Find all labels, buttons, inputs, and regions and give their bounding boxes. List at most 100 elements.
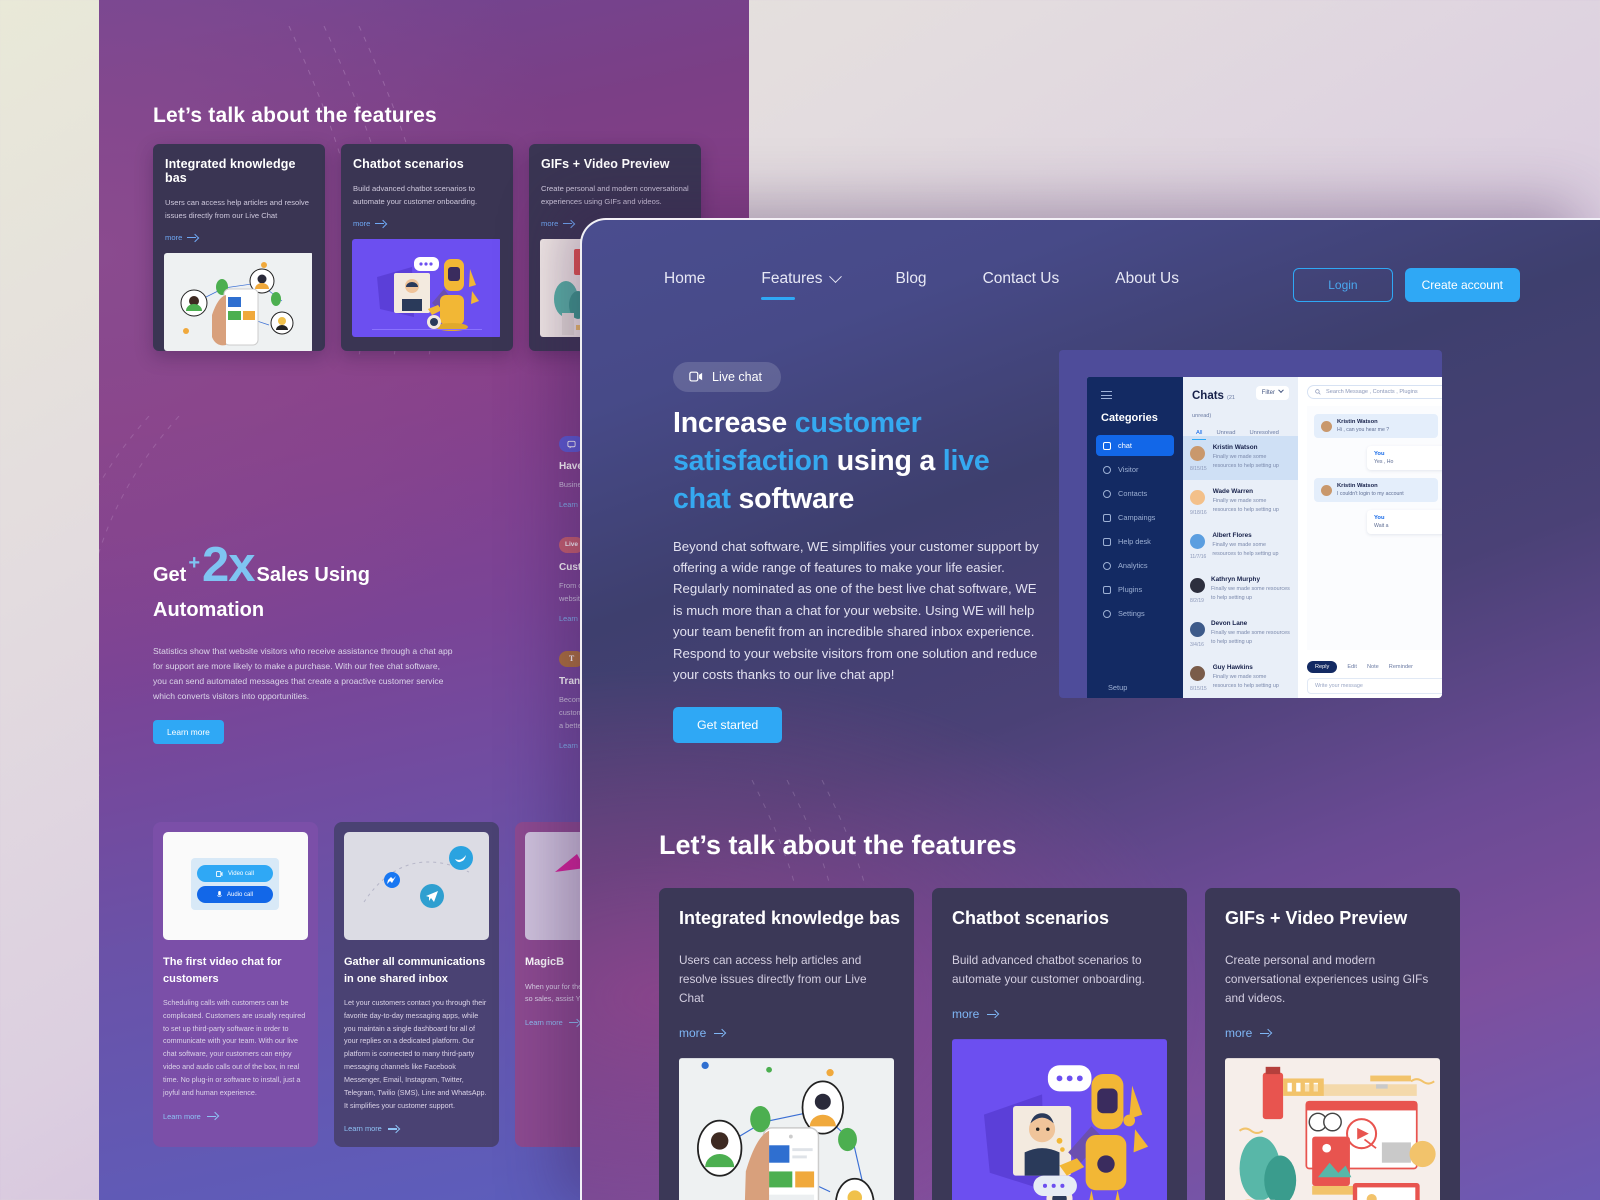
stat-learn-more-button[interactable]: Learn more bbox=[153, 720, 224, 745]
nav-item-home[interactable]: Home bbox=[664, 270, 705, 292]
nav-item-blog[interactable]: Blog bbox=[896, 270, 927, 292]
sidebar-item-plugins[interactable]: Plugins bbox=[1096, 579, 1174, 600]
row-preview: Finally we made some resources to help s… bbox=[1211, 586, 1290, 601]
message-author: Kristin Watson bbox=[1337, 483, 1378, 489]
more-label: more bbox=[165, 233, 183, 243]
twitter-icon bbox=[449, 846, 473, 870]
feature-card[interactable]: GIFs + Video Preview Create personal and… bbox=[1205, 888, 1460, 1200]
card-more-link[interactable]: more bbox=[952, 1007, 1167, 1021]
background-feature-card[interactable]: Integrated knowledge bas Users can acces… bbox=[153, 144, 325, 352]
card-title: GIFs + Video Preview bbox=[541, 157, 670, 171]
sidebar-item-setup[interactable]: Setup bbox=[1101, 683, 1127, 692]
message-author: You bbox=[1374, 515, 1385, 521]
feature-card[interactable]: Integrated knowledge bas Users can acces… bbox=[659, 888, 914, 1200]
tab-unresolved[interactable]: Unresolved bbox=[1249, 430, 1278, 436]
stat-line2: Automation bbox=[153, 599, 265, 621]
chat-list-header: Chats (21 unread) Filter bbox=[1183, 377, 1298, 422]
search-input[interactable]: Search Message , Contacts , Plugins bbox=[1307, 385, 1442, 399]
nav-label: About Us bbox=[1115, 270, 1179, 287]
hamburger-menu-icon[interactable] bbox=[1101, 391, 1112, 400]
card-desc: Let your customers contact you through t… bbox=[344, 998, 487, 1110]
message-text: Wait a bbox=[1374, 523, 1389, 529]
background-feature-card[interactable]: Chatbot scenarios Build advanced chatbot… bbox=[341, 144, 513, 352]
sidebar-item-label: Visitor bbox=[1118, 465, 1139, 474]
card-more-link[interactable]: more bbox=[353, 219, 501, 228]
mockup-sidebar: Categories chat Visitor Contacts Campain… bbox=[1087, 377, 1183, 698]
chat-list-row[interactable]: 8/2/19 Kathryn Murphy Finally we made some… bbox=[1183, 568, 1298, 612]
card-learn-more[interactable]: Learn more bbox=[344, 1124, 489, 1133]
filter-dropdown[interactable]: Filter bbox=[1255, 386, 1289, 400]
arrow-right-icon bbox=[987, 1010, 997, 1019]
nav-item-features[interactable]: Features bbox=[761, 269, 842, 300]
tab-unread[interactable]: Unread bbox=[1216, 430, 1235, 436]
chat-list-row[interactable]: 8/15/15 Guy Hawkins Finally we made some r… bbox=[1183, 656, 1298, 698]
background-bottom-card[interactable]: Video call Audio call The first video ch… bbox=[153, 822, 318, 1148]
sidebar-item-contacts[interactable]: Contacts bbox=[1096, 483, 1174, 504]
background-stat-block: Get + 2x Sales Using Automation Statisti… bbox=[153, 540, 453, 745]
title-part: Increase bbox=[673, 407, 795, 439]
analytics-icon bbox=[1103, 561, 1111, 570]
tab-all[interactable]: All bbox=[1191, 430, 1208, 440]
conversation-actions: Reply Edit Note Reminder bbox=[1307, 661, 1442, 673]
action-note[interactable]: Note bbox=[1367, 664, 1379, 670]
nav-label: Home bbox=[664, 270, 706, 287]
message-author: You bbox=[1374, 451, 1385, 457]
foreground-landing-page-panel: Home Features Blog Contact Us About Us L… bbox=[580, 218, 1600, 1200]
sidebar-item-chat[interactable]: chat bbox=[1096, 435, 1174, 456]
card-title: GIFs + Video Preview bbox=[1225, 908, 1408, 928]
action-reply[interactable]: Reply bbox=[1307, 661, 1338, 673]
message-composer-input[interactable]: Write your message bbox=[1307, 678, 1442, 694]
title-part: software bbox=[738, 482, 855, 515]
card-learn-more[interactable]: Learn more bbox=[163, 1112, 308, 1121]
nav-item-about-us[interactable]: About Us bbox=[1115, 270, 1179, 292]
badge-label: Live chat bbox=[712, 370, 763, 384]
action-reminder[interactable]: Reminder bbox=[1389, 664, 1413, 670]
video-call-button[interactable]: Video call bbox=[197, 865, 273, 882]
card-more-link[interactable]: more bbox=[679, 1026, 894, 1040]
video-media-illustration bbox=[1225, 1058, 1440, 1200]
more-label: more bbox=[353, 219, 371, 229]
chevron-down-icon bbox=[828, 269, 842, 283]
robot-chatbot-illustration bbox=[952, 1039, 1167, 1200]
background-section-title: Let’s talk about the features bbox=[153, 104, 437, 127]
stat-get: Get bbox=[153, 564, 187, 586]
avatar bbox=[1321, 485, 1332, 496]
create-account-button[interactable]: Create account bbox=[1404, 268, 1520, 302]
globe-icon bbox=[1103, 465, 1111, 474]
hero-paragraph: Beyond chat software, WE simplifies your… bbox=[673, 538, 1039, 682]
chat-icon bbox=[1103, 441, 1111, 450]
card-title: Chatbot scenarios bbox=[952, 908, 1110, 928]
sidebar-item-campaings[interactable]: Campaings bbox=[1096, 507, 1174, 528]
sidebar-item-settings[interactable]: Settings bbox=[1096, 603, 1174, 624]
arrow-right-icon bbox=[714, 1029, 724, 1038]
login-button[interactable]: Login bbox=[1293, 268, 1393, 302]
audio-call-button[interactable]: Audio call bbox=[197, 886, 273, 903]
chat-list-row[interactable]: 8/15/15 Kristin Watson Finally we made som… bbox=[1183, 436, 1298, 480]
message-bubble: Kristin Watson Hi , can you hear me ? bbox=[1314, 414, 1438, 438]
live-chat-badge: Live chat bbox=[673, 362, 782, 392]
sidebar-item-analytics[interactable]: Analytics bbox=[1096, 555, 1174, 576]
audio-call-label: Audio call bbox=[226, 891, 253, 898]
feature-card[interactable]: Chatbot scenarios Build advanced chatbot… bbox=[932, 888, 1187, 1200]
sidebar-item-label: chat bbox=[1118, 441, 1132, 450]
stat-plus: + bbox=[188, 552, 201, 574]
sidebar-item-help-desk[interactable]: Help desk bbox=[1096, 531, 1174, 552]
card-more-link[interactable]: more bbox=[165, 233, 313, 242]
sidebar-item-visitor[interactable]: Visitor bbox=[1096, 459, 1174, 480]
get-started-button[interactable]: Get started bbox=[673, 707, 783, 744]
card-more-link[interactable]: more bbox=[1225, 1026, 1440, 1040]
row-name: Kristin Watson bbox=[1212, 444, 1258, 451]
avatar bbox=[1190, 578, 1205, 593]
chat-list-row[interactable]: 3/4/16 Devon Lane Finally we made some res… bbox=[1183, 612, 1298, 656]
row-preview: Finally we made some resources to help s… bbox=[1211, 630, 1290, 645]
background-bottom-card[interactable]: Gather all communications in one shared … bbox=[334, 822, 499, 1148]
chat-list-row[interactable]: 11/7/16 Albert Flores Finally we made some… bbox=[1183, 524, 1298, 568]
nav-item-contact-us[interactable]: Contact Us bbox=[983, 270, 1060, 292]
action-edit[interactable]: Edit bbox=[1347, 664, 1357, 670]
video-call-label: Video call bbox=[228, 870, 254, 877]
row-name: Albert Flores bbox=[1212, 532, 1252, 539]
more-label: more bbox=[1225, 1026, 1253, 1041]
chat-list-row[interactable]: 9/18/16 Wade Warren Finally we made some r… bbox=[1183, 480, 1298, 524]
video-audio-call-buttons: Video call Audio call bbox=[163, 832, 308, 940]
search-icon bbox=[1315, 389, 1321, 395]
